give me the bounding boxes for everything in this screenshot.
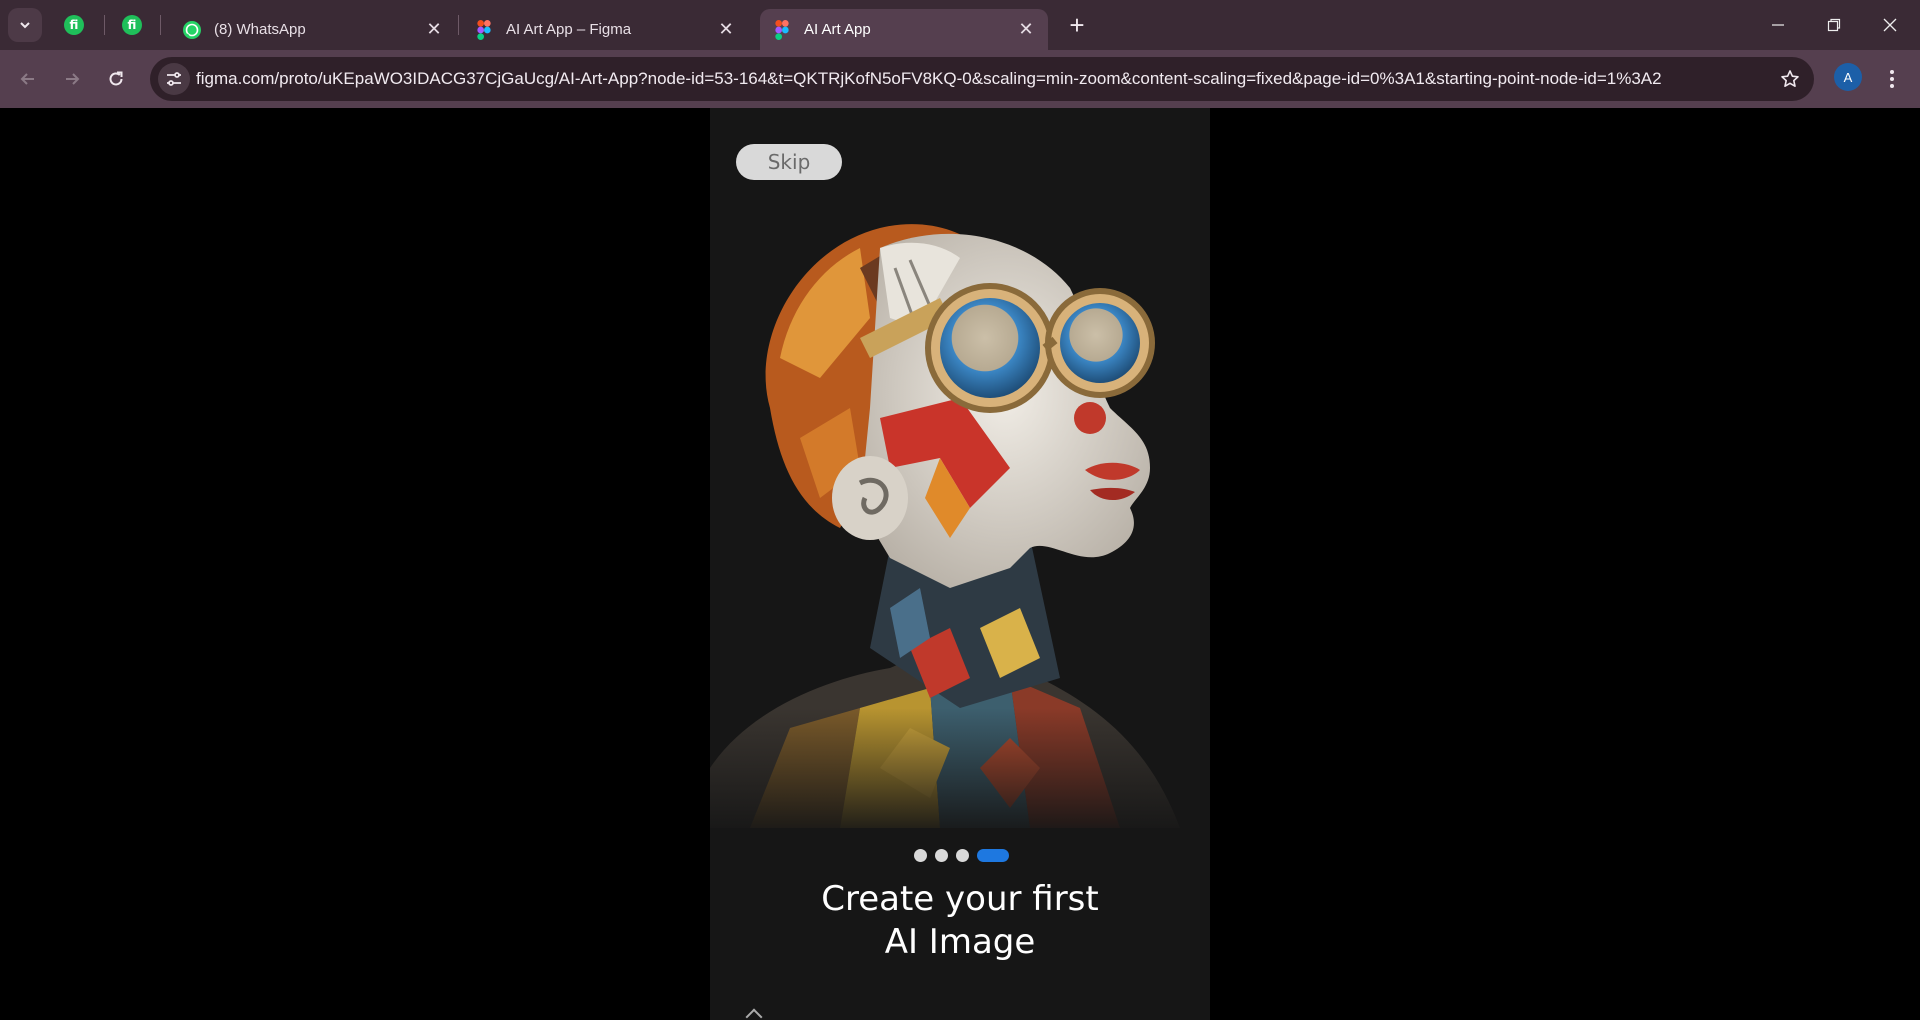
minimize-button[interactable]	[1750, 0, 1806, 50]
tab-separator	[160, 15, 161, 35]
close-icon[interactable]: ✕	[716, 19, 736, 40]
pinned-tab-2[interactable]: fi	[118, 11, 146, 39]
close-icon[interactable]: ✕	[424, 19, 444, 40]
chevron-up-icon	[745, 1008, 763, 1020]
pinned-tab-1[interactable]: fi	[60, 11, 88, 39]
reload-button[interactable]	[100, 63, 132, 95]
pagination-dots	[914, 848, 1009, 862]
browser-menu-button[interactable]	[1878, 63, 1906, 95]
figma-icon	[474, 19, 494, 40]
address-bar[interactable]: figma.com/proto/uKEpaWO3IDACG37CjGaUcg/A…	[150, 57, 1814, 101]
skip-button[interactable]: Skip	[736, 144, 842, 180]
restore-button[interactable]	[1806, 0, 1862, 50]
fiverr-icon: fi	[64, 15, 84, 35]
bookmark-star-icon[interactable]	[1778, 67, 1802, 91]
tab-title: AI Art App – Figma	[506, 21, 632, 38]
whatsapp-icon	[182, 20, 202, 40]
tab-ai-art-app[interactable]: AI Art App ✕	[760, 9, 1048, 50]
tab-title: AI Art App	[804, 21, 871, 38]
prototype-viewport: Skip Create your first AI Image	[0, 108, 1920, 1020]
figma-icon	[772, 19, 792, 40]
tab-strip: fi fi (8) WhatsApp ✕ AI Art App – Figma …	[0, 0, 1920, 50]
tune-icon	[167, 72, 181, 86]
tab-figma-file[interactable]: AI Art App – Figma ✕	[462, 9, 748, 50]
forward-button[interactable]	[56, 63, 88, 95]
reload-icon	[109, 71, 123, 86]
arrow-left-icon	[20, 73, 34, 85]
arrow-right-icon	[66, 73, 80, 85]
tab-title: (8) WhatsApp	[214, 21, 306, 38]
image-fade	[710, 708, 1210, 838]
chevron-down-icon	[20, 22, 30, 29]
onboarding-headline: Create your first AI Image	[710, 878, 1210, 964]
restore-icon	[1827, 18, 1841, 32]
tab-whatsapp[interactable]: (8) WhatsApp ✕	[170, 9, 456, 50]
pagination-dot[interactable]	[935, 848, 948, 862]
more-vertical-icon	[1890, 70, 1894, 88]
pagination-dot-active[interactable]	[977, 848, 1009, 862]
tab-search-button[interactable]	[8, 8, 42, 42]
profile-avatar[interactable]: A	[1834, 63, 1862, 91]
pagination-dot[interactable]	[956, 848, 969, 862]
close-icon	[1883, 18, 1897, 32]
close-window-button[interactable]	[1862, 0, 1918, 50]
onboarding-screen: Skip Create your first AI Image	[710, 108, 1210, 1020]
back-button[interactable]	[12, 63, 44, 95]
fiverr-icon: fi	[122, 15, 142, 35]
headline-line-2: AI Image	[884, 922, 1036, 962]
tab-separator	[104, 15, 105, 35]
new-tab-button[interactable]: +	[1062, 10, 1092, 40]
tab-separator	[458, 15, 459, 35]
url-text[interactable]: figma.com/proto/uKEpaWO3IDACG37CjGaUcg/A…	[196, 69, 1736, 89]
browser-toolbar: figma.com/proto/uKEpaWO3IDACG37CjGaUcg/A…	[0, 50, 1920, 108]
site-info-button[interactable]	[158, 63, 190, 95]
close-icon[interactable]: ✕	[1016, 19, 1036, 40]
pagination-dot[interactable]	[914, 848, 927, 862]
headline-line-1: Create your first	[821, 879, 1099, 919]
minimize-icon	[1772, 24, 1784, 26]
